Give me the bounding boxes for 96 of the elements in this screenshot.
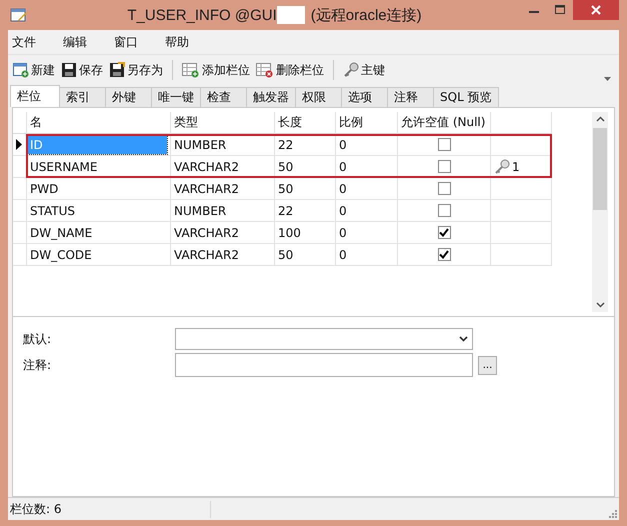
- checkbox[interactable]: [438, 182, 450, 195]
- resize-grip-icon[interactable]: [609, 510, 617, 518]
- table-cell: 22: [275, 134, 336, 156]
- scrollbar-thumb[interactable]: [593, 128, 607, 210]
- row-header-cell[interactable]: [13, 244, 27, 266]
- table-cell: 50: [275, 178, 336, 200]
- table-row[interactable]: STATUS NUMBER 22 0: [13, 200, 552, 222]
- table-cell: NUMBER: [171, 200, 275, 222]
- menu-item[interactable]: 文件: [12, 34, 63, 50]
- table-plus-icon: [182, 62, 200, 78]
- table-cell: 100: [275, 222, 336, 244]
- table-cell: 0: [336, 156, 398, 178]
- tab[interactable]: 选项: [341, 87, 388, 107]
- column-header: [491, 112, 552, 134]
- app-icon: [10, 7, 28, 23]
- table-row[interactable]: USERNAME VARCHAR2 50 0 1: [13, 156, 552, 178]
- table-cell: 22: [275, 200, 336, 222]
- table-row[interactable]: DW_CODE VARCHAR2 50 0: [13, 244, 552, 266]
- chevron-down-icon: [459, 336, 468, 342]
- table-cell: 50: [275, 156, 336, 178]
- table-cell: NUMBER: [171, 134, 275, 156]
- default-dropdown[interactable]: [175, 328, 473, 350]
- toolbar-button[interactable]: 新建: [10, 58, 58, 82]
- table-cell[interactable]: STATUS: [30, 204, 76, 218]
- menu-item[interactable]: 编辑: [63, 34, 114, 50]
- column-header[interactable]: 允许空值 (Null): [398, 112, 491, 134]
- tab[interactable]: 外键: [105, 87, 152, 107]
- table-cell[interactable]: DW_CODE: [30, 248, 92, 262]
- table-cell: VARCHAR2: [171, 156, 275, 178]
- row-header-cell[interactable]: [13, 200, 27, 222]
- tab[interactable]: 栏位: [10, 85, 60, 107]
- table-plus-icon: [13, 62, 29, 78]
- tab[interactable]: 唯一键: [151, 87, 201, 107]
- key-order: 1: [512, 160, 520, 174]
- column-header: [13, 112, 27, 134]
- scroll-up-icon[interactable]: [596, 116, 604, 122]
- column-header[interactable]: 长度: [275, 112, 336, 134]
- toolbar-button[interactable]: 另存为: [106, 58, 166, 82]
- more-button[interactable]: ...: [478, 356, 497, 374]
- table-row[interactable]: ID NUMBER 22 0: [13, 134, 552, 156]
- tab[interactable]: 触发器: [246, 87, 296, 107]
- menu-item[interactable]: 帮助: [165, 34, 216, 50]
- table-cell: 0: [336, 134, 398, 156]
- table-cell[interactable]: PWD: [30, 182, 58, 196]
- floppy-icon: [61, 62, 77, 78]
- status-text: 栏位数: 6: [10, 500, 211, 518]
- field-label: 默认:: [23, 330, 52, 348]
- table-cell: VARCHAR2: [171, 244, 275, 266]
- overflow-icon[interactable]: [604, 77, 611, 81]
- floppy-icon: [109, 62, 125, 78]
- redaction-block: [276, 6, 305, 24]
- checkbox[interactable]: [438, 226, 450, 239]
- checkbox[interactable]: [438, 248, 450, 261]
- table-cell: 0: [336, 200, 398, 222]
- table-cell: VARCHAR2: [171, 178, 275, 200]
- key-icon: [494, 158, 510, 174]
- scroll-down-icon[interactable]: [596, 302, 604, 308]
- row-pointer-icon: [16, 139, 22, 150]
- checkbox[interactable]: [438, 204, 450, 217]
- row-header-cell[interactable]: [13, 222, 27, 244]
- table-cell: [491, 200, 552, 222]
- window-title: T_USER_INFO @GUI: [127, 6, 277, 24]
- toolbar-button[interactable]: 删除栏位: [253, 58, 327, 82]
- field-label: 注释:: [23, 356, 52, 374]
- table-cell: 50: [275, 244, 336, 266]
- table-cell: [491, 222, 552, 244]
- tab[interactable]: 检查: [200, 87, 247, 107]
- toolbar-button[interactable]: 添加栏位: [179, 58, 253, 82]
- key-icon: [343, 62, 359, 78]
- toolbar-button[interactable]: 保存: [58, 58, 106, 82]
- tab[interactable]: 注释: [387, 87, 434, 107]
- table-cell[interactable]: DW_NAME: [30, 226, 92, 240]
- close-icon[interactable]: [573, 0, 619, 20]
- tab[interactable]: SQL 预览: [433, 87, 499, 107]
- toolbar-button[interactable]: 主键: [340, 58, 388, 82]
- column-header[interactable]: 比例: [336, 112, 398, 134]
- table-row[interactable]: PWD VARCHAR2 50 0: [13, 178, 552, 200]
- comment-field[interactable]: [175, 353, 473, 377]
- checkbox[interactable]: [438, 160, 450, 173]
- table-cell: [491, 178, 552, 200]
- column-header[interactable]: 名: [27, 112, 171, 134]
- table-cell: 0: [336, 244, 398, 266]
- table-delete-icon: [256, 62, 274, 78]
- column-header[interactable]: 类型: [171, 112, 275, 134]
- table-cell: VARCHAR2: [171, 222, 275, 244]
- menu-item[interactable]: 窗口: [114, 34, 165, 50]
- tab[interactable]: 索引: [59, 87, 106, 107]
- row-header-cell[interactable]: [13, 178, 27, 200]
- table-cell: [491, 244, 552, 266]
- checkbox[interactable]: [438, 138, 450, 151]
- tab[interactable]: 权限: [295, 87, 342, 107]
- table-cell: 0: [336, 222, 398, 244]
- table-cell[interactable]: USERNAME: [30, 160, 98, 174]
- window-title: (远程oracle连接): [310, 6, 422, 24]
- table-cell: 0: [336, 178, 398, 200]
- table-row[interactable]: DW_NAME VARCHAR2 100 0: [13, 222, 552, 244]
